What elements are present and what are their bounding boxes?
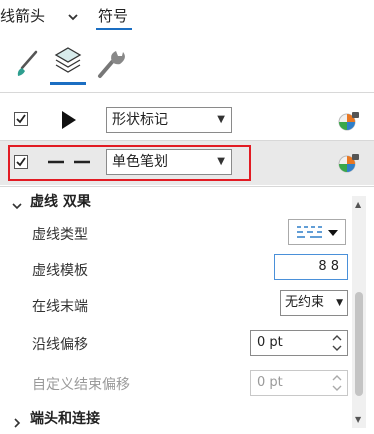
- dashed-line-preview-icon: [46, 153, 92, 171]
- offset-value: 0 pt: [257, 335, 283, 350]
- scroll-up-arrow-icon[interactable]: ▲: [355, 200, 361, 209]
- line-end-dropdown[interactable]: 无约束 ▼: [280, 290, 348, 316]
- custom-end-offset-label: 自定义结束偏移: [32, 377, 130, 393]
- brush-icon[interactable]: [8, 44, 48, 82]
- divider: [0, 186, 374, 187]
- chevron-right-icon[interactable]: [12, 413, 22, 428]
- layer-row[interactable]: 形状标记 ▼: [0, 101, 374, 139]
- dropdown-arrow-icon: ▼: [336, 298, 343, 308]
- layer-visibility-checkbox[interactable]: [14, 155, 28, 169]
- offset-along-line-input[interactable]: 0 pt: [250, 330, 348, 356]
- layer-type-dropdown[interactable]: 形状标记 ▼: [106, 107, 232, 133]
- dash-type-label: 虚线类型: [32, 227, 88, 243]
- icon-tab-active-underline: [50, 82, 86, 85]
- chevron-down-icon[interactable]: [66, 9, 80, 23]
- wrench-icon[interactable]: [90, 44, 130, 82]
- tab-symbol[interactable]: 符号: [98, 5, 128, 26]
- layer-type-value: 单色笔划: [112, 154, 168, 170]
- line-end-value: 无约束: [285, 295, 325, 310]
- line-end-label: 在线末端: [32, 299, 88, 315]
- layer-type-dropdown[interactable]: 单色笔划 ▼: [106, 149, 232, 175]
- layer-type-value: 形状标记: [112, 112, 168, 128]
- dropdown-arrow-icon: ▼: [217, 114, 225, 125]
- dash-template-label: 虚线模板: [32, 263, 88, 279]
- custom-offset-value: 0 pt: [257, 375, 283, 390]
- spinner-icon: [332, 375, 342, 391]
- section-title-dash-effect[interactable]: 虚线 双果: [30, 191, 91, 211]
- custom-end-offset-input: 0 pt: [250, 370, 348, 396]
- layers-icon[interactable]: [48, 44, 88, 82]
- arrowhead-preview-icon: [58, 109, 80, 131]
- divider: [0, 92, 374, 93]
- dropdown-arrow-icon: ▼: [217, 156, 225, 167]
- scroll-down-arrow-icon[interactable]: ▼: [355, 415, 361, 424]
- tab-line-arrows[interactable]: 线箭头: [0, 5, 45, 26]
- scrollbar-track[interactable]: ▲ ▼: [352, 196, 366, 428]
- offset-along-line-label: 沿线偏移: [32, 337, 88, 353]
- tab-active-underline: [96, 28, 132, 30]
- lock-property-icon[interactable]: [338, 152, 360, 174]
- section-title-caps-joins[interactable]: 端头和连接: [30, 408, 100, 428]
- layer-visibility-checkbox[interactable]: [14, 112, 28, 126]
- dash-template-input[interactable]: 8 8: [274, 254, 348, 280]
- chevron-down-icon[interactable]: [12, 196, 22, 210]
- dash-type-dropdown[interactable]: [288, 219, 346, 245]
- spinner-icon[interactable]: [331, 333, 343, 353]
- layer-row-selected[interactable]: 单色笔划 ▼: [0, 141, 374, 185]
- lock-property-icon[interactable]: [338, 110, 360, 132]
- scrollbar-thumb[interactable]: [355, 292, 363, 396]
